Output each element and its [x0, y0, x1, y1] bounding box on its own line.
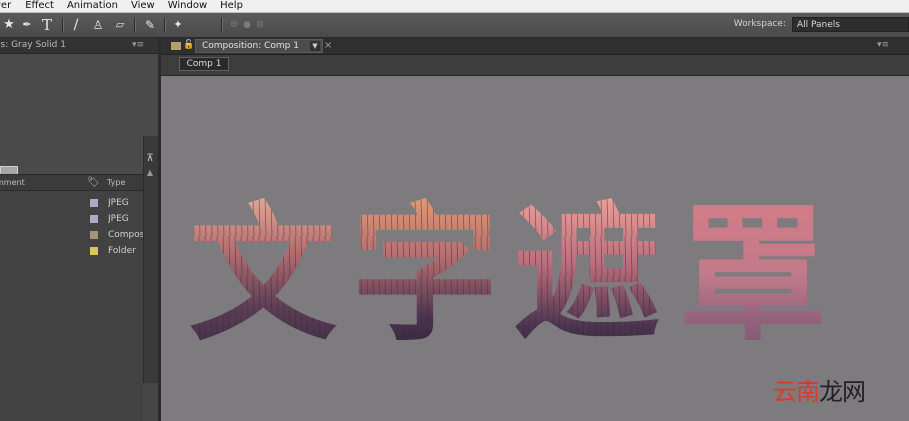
- item-type: Compos: [108, 230, 143, 240]
- chevron-down-icon[interactable]: ▼: [310, 41, 320, 51]
- axis-view-icon[interactable]: ⊞: [255, 16, 265, 34]
- item-type: JPEG: [108, 198, 129, 208]
- watermark-logo: 云南龙网: [773, 378, 866, 406]
- menu-layer[interactable]: yer: [0, 0, 11, 11]
- item-type: JPEG: [108, 214, 129, 224]
- label-color-swatch[interactable]: [90, 247, 98, 255]
- watermark-part-2: 龙网: [819, 378, 866, 406]
- axis-world-icon[interactable]: ●: [242, 16, 252, 34]
- brush-tool-icon[interactable]: ∕: [68, 16, 84, 34]
- watermark-part-1: 云南: [773, 378, 820, 406]
- tools-panel: ★ ✒ T ∕ ♙ ▱ ✎ ✦ ⊕ ● ⊞ Workspace: All Pan…: [0, 13, 909, 38]
- tool-separator: [134, 18, 136, 32]
- lock-icon[interactable]: 🔓: [183, 40, 194, 51]
- tool-separator: [164, 18, 166, 32]
- menu-help[interactable]: Help: [220, 0, 243, 11]
- project-panel-tab[interactable]: ls: Gray Solid 1 ▾≡: [0, 38, 158, 54]
- project-panel: ls: Gray Solid 1 ▾≡ mment 🏷 Type JPEG JP…: [0, 38, 158, 421]
- list-item[interactable]: Compos: [0, 227, 143, 243]
- menu-effect[interactable]: Effect: [25, 0, 54, 11]
- type-tool-icon[interactable]: T: [40, 16, 54, 34]
- workspace-select[interactable]: All Panels: [792, 17, 909, 32]
- roto-brush-tool-icon[interactable]: ✎: [142, 16, 158, 34]
- project-list-header: mment 🏷 Type: [0, 174, 143, 191]
- menu-window[interactable]: Window: [168, 0, 207, 11]
- label-color-swatch[interactable]: [90, 215, 98, 223]
- breadcrumb[interactable]: Comp 1: [179, 57, 229, 71]
- menu-animation[interactable]: Animation: [67, 0, 118, 11]
- column-comment[interactable]: mment: [0, 175, 25, 190]
- puppet-pin-tool-icon[interactable]: ✦: [170, 16, 186, 34]
- mask-glyph-4: 罩: [679, 189, 827, 361]
- list-item[interactable]: Folder: [0, 243, 143, 259]
- tool-separator: [221, 18, 223, 32]
- composition-viewer[interactable]: 文 字 遮 罩 文 字 遮: [161, 76, 909, 421]
- flowchart-icon[interactable]: ⊼: [144, 153, 156, 165]
- list-item[interactable]: JPEG: [0, 195, 143, 211]
- scroll-up-arrow-icon[interactable]: ▲: [144, 168, 156, 178]
- workspace-label: Workspace:: [733, 19, 786, 29]
- reed-texture-2: 字: [351, 189, 499, 361]
- label-color-swatch[interactable]: [90, 199, 98, 207]
- tab-composition[interactable]: Composition: Comp 1 ▼: [195, 39, 323, 53]
- composition-tab-label: Composition: Comp 1: [202, 41, 299, 51]
- composition-tab-bar: 🔓 Composition: Comp 1 ▼ × ▾≡: [161, 38, 909, 55]
- project-panel-tab-title: ls: Gray Solid 1: [0, 40, 66, 50]
- composition-navigator: Comp 1: [161, 55, 909, 76]
- star-tool-icon[interactable]: ★: [2, 16, 16, 34]
- tool-separator: [62, 18, 64, 32]
- folder-icon[interactable]: [171, 42, 181, 50]
- menu-bar: yer Effect Animation View Window Help: [0, 0, 909, 13]
- axis-local-icon[interactable]: ⊕: [228, 16, 240, 34]
- panel-menu-icon[interactable]: ▾≡: [877, 40, 889, 50]
- eraser-tool-icon[interactable]: ▱: [112, 16, 128, 34]
- label-color-swatch[interactable]: [90, 231, 98, 239]
- column-type[interactable]: Type: [107, 175, 125, 190]
- reed-texture-3: 遮: [513, 189, 661, 361]
- pen-tool-icon[interactable]: ✒: [20, 16, 34, 34]
- project-item-list: JPEG JPEG Compos Folder: [0, 191, 143, 421]
- item-type: Folder: [108, 246, 136, 256]
- clone-stamp-tool-icon[interactable]: ♙: [90, 16, 106, 34]
- close-icon[interactable]: ×: [324, 39, 332, 53]
- panel-menu-icon[interactable]: ▾≡: [132, 38, 144, 53]
- label-tag-icon[interactable]: 🏷: [87, 175, 100, 190]
- menu-view[interactable]: View: [131, 0, 155, 11]
- list-item[interactable]: JPEG: [0, 211, 143, 227]
- reed-texture-1: 文: [189, 189, 337, 361]
- masked-text-render: 文 字 遮 罩 文 字 遮: [189, 189, 827, 361]
